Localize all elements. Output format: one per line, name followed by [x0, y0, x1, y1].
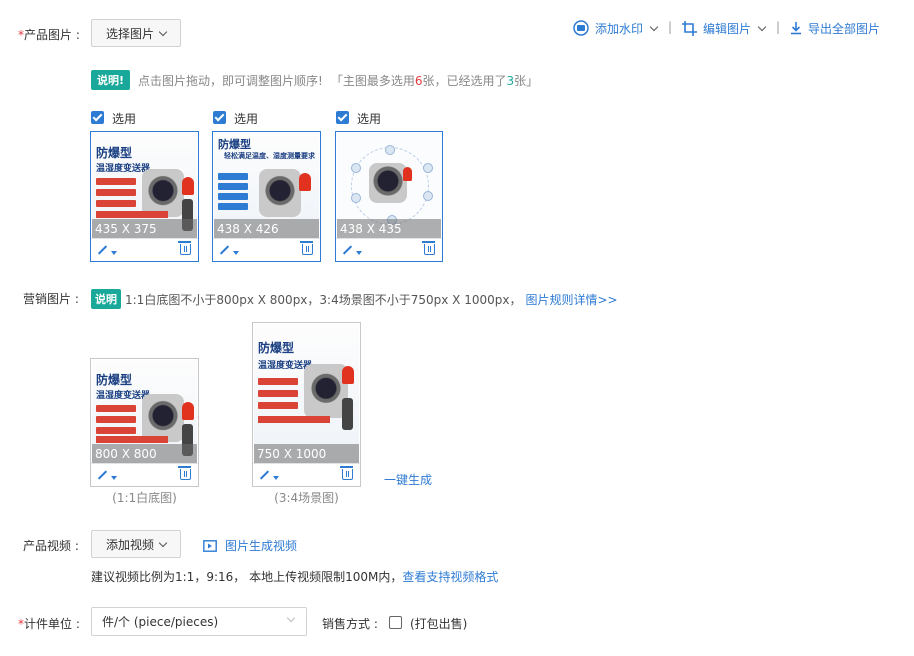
- video-icon: [203, 539, 217, 552]
- add-watermark-menu[interactable]: 添加水印: [573, 19, 659, 37]
- unit-select[interactable]: 件/个 (piece/pieces): [91, 607, 307, 636]
- image-tools: [91, 463, 198, 486]
- chevron-down-icon: [158, 27, 168, 36]
- magic-wand-icon[interactable]: [258, 469, 279, 481]
- export-all-images-button[interactable]: 导出全部图片: [790, 19, 880, 37]
- one-click-generate-link[interactable]: 一键生成: [384, 471, 432, 488]
- select-images-button[interactable]: 选择图片: [91, 19, 181, 47]
- package-sale-label: (打包出售): [410, 617, 468, 631]
- toolbar-separator: |: [668, 20, 673, 34]
- use-image-label: 选用: [357, 112, 382, 126]
- use-image-label: 选用: [112, 112, 137, 126]
- image-tools: [213, 238, 320, 261]
- sales-method-label: 销售方式 :: [322, 617, 378, 631]
- crop-icon: [682, 20, 697, 36]
- marketing-image-caption: (1:1白底图): [112, 491, 177, 505]
- download-icon: [791, 21, 801, 34]
- chevron-down-icon: [286, 613, 296, 623]
- marketing-image-caption: (3:4场景图): [274, 491, 339, 505]
- trash-icon[interactable]: [178, 466, 191, 480]
- magic-wand-icon[interactable]: [341, 244, 362, 256]
- max-images-count: 6: [414, 73, 423, 88]
- package-sale-checkbox[interactable]: [389, 616, 402, 629]
- marketing-images-notice: 说明 1:1白底图不小于800px X 800px，3:4场景图不小于750px…: [91, 289, 618, 309]
- product-image-card-3[interactable]: 438 X 435: [335, 131, 443, 262]
- image-dimensions: 435 X 375: [92, 219, 197, 239]
- marketing-image-thumbnail: 防爆型 温湿度变送器 750 X 1000: [254, 324, 359, 464]
- magic-wand-icon[interactable]: [96, 469, 117, 481]
- watermark-icon: [573, 20, 589, 36]
- video-hint: 建议视频比例为1:1，9:16， 本地上传视频限制100M内，查看支持视频格式: [91, 570, 499, 584]
- marketing-images-label: 营销图片 :: [23, 292, 79, 306]
- selected-images-count: 3: [506, 73, 515, 88]
- trash-icon[interactable]: [178, 241, 191, 255]
- use-image-checkbox-2[interactable]: [213, 111, 226, 124]
- use-image-label: 选用: [234, 112, 259, 126]
- trash-icon[interactable]: [340, 466, 353, 480]
- chevron-down-icon: [649, 22, 659, 31]
- image-dimensions: 438 X 426: [214, 219, 319, 239]
- image-dimensions: 438 X 435: [337, 219, 441, 239]
- marketing-image-card-1x1[interactable]: 防爆型 温湿度变送器 800 X 800: [90, 358, 199, 487]
- supported-formats-link[interactable]: 查看支持视频格式: [402, 570, 498, 584]
- use-image-checkbox-1[interactable]: [91, 111, 104, 124]
- edit-image-menu[interactable]: 编辑图片: [682, 19, 767, 37]
- trash-icon[interactable]: [422, 241, 435, 255]
- magic-wand-icon[interactable]: [96, 244, 117, 256]
- product-image-card-1[interactable]: 防爆型 温湿度变送器 435 X 375: [90, 131, 199, 262]
- image-dimensions: 750 X 1000: [254, 444, 359, 464]
- product-images-notice: 说明! 点击图片拖动，即可调整图片顺序! 「主图最多选用6张，已经选用了3张」: [91, 70, 538, 90]
- product-images-label: *产品图片 :: [18, 28, 80, 42]
- product-image-thumbnail: 防爆型 温湿度变送器 435 X 375: [92, 133, 197, 239]
- image-dimensions: 800 X 800: [92, 444, 197, 464]
- add-video-button[interactable]: 添加视频: [91, 530, 181, 558]
- marketing-image-thumbnail: 防爆型 温湿度变送器 800 X 800: [92, 360, 197, 464]
- marketing-image-card-3x4[interactable]: 防爆型 温湿度变送器 750 X 1000: [252, 322, 361, 487]
- product-image-thumbnail: 防爆型 轻松满足温度、湿度测量要求 438 X 426: [214, 133, 319, 239]
- notice-badge: 说明!: [91, 70, 131, 90]
- unit-label: *计件单位 :: [18, 617, 80, 631]
- product-image-thumbnail: 438 X 435: [337, 133, 441, 239]
- product-image-card-2[interactable]: 防爆型 轻松满足温度、湿度测量要求 438 X 426: [212, 131, 321, 262]
- chevron-down-icon: [757, 22, 767, 31]
- chevron-down-icon: [158, 538, 168, 547]
- images-to-video-button[interactable]: 图片生成视频: [203, 537, 297, 554]
- product-video-label: 产品视频 :: [23, 539, 79, 553]
- toolbar-separator: |: [776, 20, 781, 34]
- magic-wand-icon[interactable]: [218, 244, 239, 256]
- image-tools: [336, 238, 442, 261]
- use-image-checkbox-3[interactable]: [336, 111, 349, 124]
- trash-icon[interactable]: [300, 241, 313, 255]
- image-rules-link[interactable]: 图片规则详情>>: [525, 291, 617, 308]
- image-tools: [253, 463, 360, 486]
- notice-badge: 说明: [91, 289, 121, 309]
- image-tools: [91, 238, 198, 261]
